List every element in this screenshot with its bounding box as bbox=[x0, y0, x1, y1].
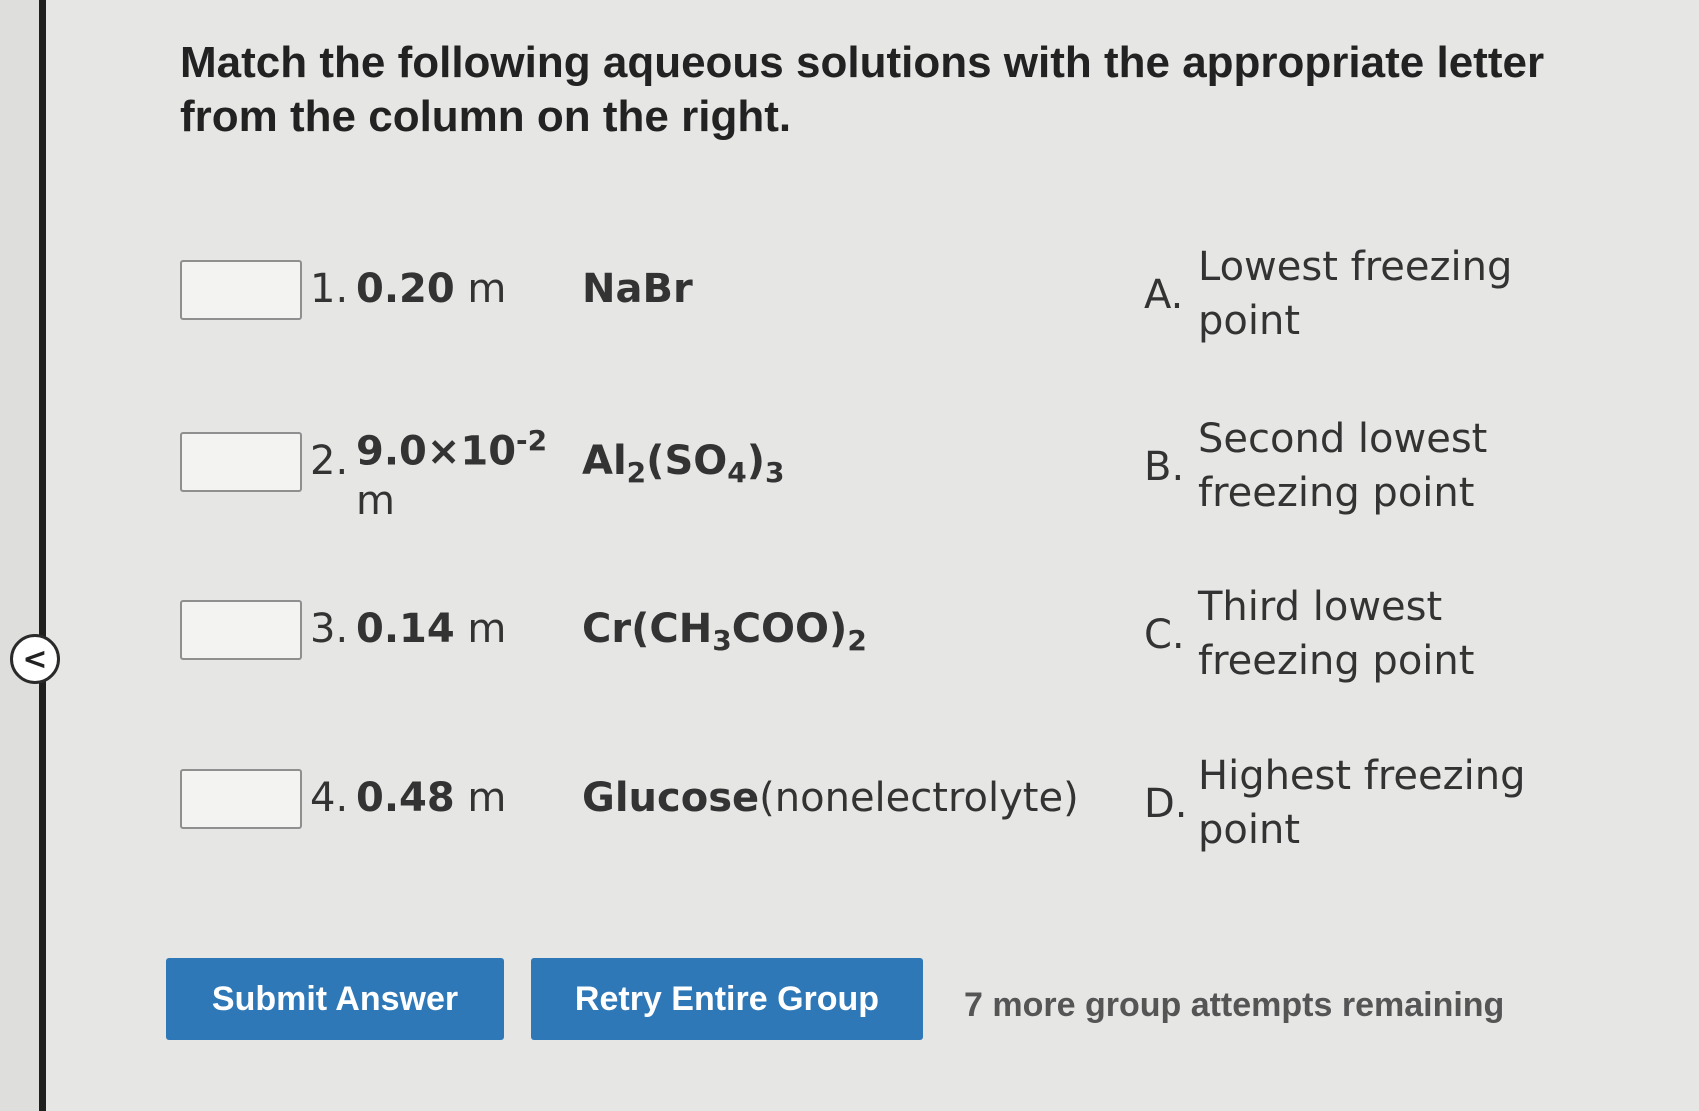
collapse-chevron-icon[interactable]: < bbox=[10, 634, 60, 684]
item-number: 3. bbox=[310, 606, 349, 652]
option-text: Second lowest freezing point bbox=[1198, 416, 1488, 516]
left-divider bbox=[39, 0, 46, 1111]
item-number: 2. bbox=[310, 438, 349, 484]
item-number: 4. bbox=[310, 775, 349, 821]
match-row-4: 4. 0.48 m Glucose(nonelectrolyte) D. Hig… bbox=[180, 753, 1560, 853]
attempts-remaining: 7 more group attempts remaining bbox=[964, 986, 1505, 1024]
compound-formula: Al2(SO4)3 bbox=[582, 438, 785, 489]
compound-formula: Glucose(nonelectrolyte) bbox=[582, 775, 1079, 821]
match-row-2: 2. 9.0×10-2 m Al2(SO4)3 B. Second lowest … bbox=[180, 416, 1560, 524]
option-text: Highest freezing point bbox=[1198, 753, 1526, 853]
option-letter: C. bbox=[1144, 612, 1185, 658]
concentration: 9.0×10-2 m bbox=[356, 424, 548, 525]
option-letter: B. bbox=[1144, 444, 1185, 490]
retry-entire-group-button[interactable]: Retry Entire Group bbox=[531, 958, 923, 1040]
left-panel-edge bbox=[0, 0, 44, 1111]
answer-input-3[interactable] bbox=[180, 600, 302, 660]
match-row-3: 3. 0.14 m Cr(CH3COO)2 C. Third lowest fr… bbox=[180, 584, 1560, 684]
option-letter: D. bbox=[1144, 781, 1188, 827]
concentration: 0.48 m bbox=[356, 775, 507, 821]
answer-input-2[interactable] bbox=[180, 432, 302, 492]
question-prompt: Match the following aqueous solutions wi… bbox=[180, 38, 1545, 141]
compound-formula: NaBr bbox=[582, 266, 693, 312]
option-letter: A. bbox=[1144, 272, 1184, 318]
compound-formula: Cr(CH3COO)2 bbox=[582, 606, 867, 657]
concentration: 0.14 m bbox=[356, 606, 507, 652]
option-text: Third lowest freezing point bbox=[1198, 584, 1475, 684]
concentration: 0.20 m bbox=[356, 266, 507, 312]
option-text: Lowest freezing point bbox=[1198, 244, 1513, 344]
submit-answer-button[interactable]: Submit Answer bbox=[166, 958, 504, 1040]
item-number: 1. bbox=[310, 266, 349, 312]
answer-input-4[interactable] bbox=[180, 769, 302, 829]
match-row-1: 1. 0.20 m NaBr A. Lowest freezing point bbox=[180, 244, 1560, 344]
answer-input-1[interactable] bbox=[180, 260, 302, 320]
